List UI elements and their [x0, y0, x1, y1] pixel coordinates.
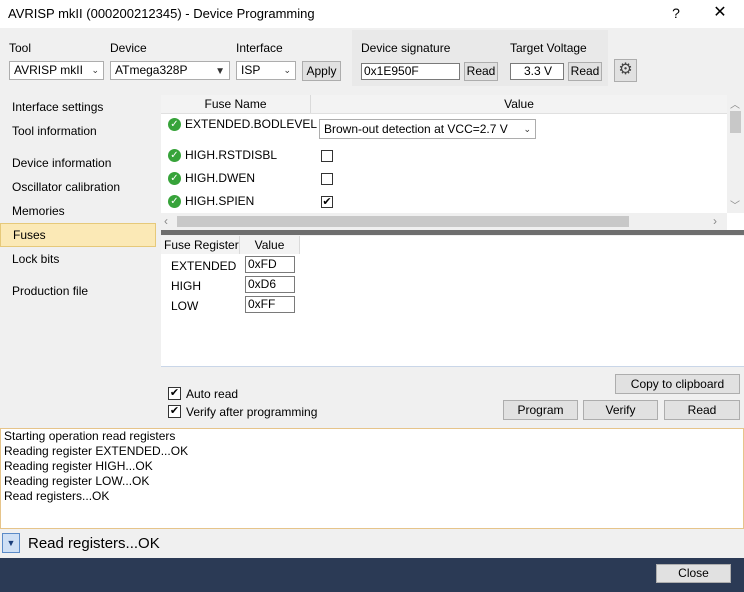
horizontal-scrollbar[interactable]: ‹ ›: [161, 213, 727, 230]
rstdisbl-checkbox[interactable]: [321, 150, 333, 162]
fuse-grid: Fuse Name Value ✓ EXTENDED.BODLEVEL Brow…: [161, 95, 744, 230]
sidebar-item-production-file[interactable]: Production file: [0, 280, 156, 302]
tool-select[interactable]: AVRISP mkII ⌄: [9, 61, 104, 80]
spien-checkbox[interactable]: ✔: [321, 196, 333, 208]
sidebar-item-memories[interactable]: Memories: [0, 200, 156, 222]
fuse-name: HIGH.RSTDISBL: [185, 148, 278, 162]
title-bar: AVRISP mkII (000200212345) - Device Prog…: [0, 0, 744, 28]
fuse-name-column: Fuse Name: [161, 95, 311, 113]
dwen-checkbox[interactable]: [321, 173, 333, 185]
window-title: AVRISP mkII (000200212345) - Device Prog…: [8, 6, 315, 21]
chevron-down-icon: ⌄: [283, 65, 291, 75]
signature-field: 0x1E950F: [361, 63, 460, 80]
scroll-thumb[interactable]: [730, 111, 741, 133]
auto-read-label: Auto read: [186, 387, 239, 401]
voltage-read-button[interactable]: Read: [568, 62, 602, 81]
voltage-label: Target Voltage: [510, 41, 587, 55]
footer-bar: Close: [0, 558, 744, 592]
interface-select[interactable]: ISP ⌄: [236, 61, 296, 80]
log-output: Starting operation read registers Readin…: [0, 428, 744, 529]
status-bar: ▼ Read registers...OK: [0, 530, 744, 558]
device-select[interactable]: ATmega328P ▼: [110, 61, 230, 80]
sidebar-item-lock-bits[interactable]: Lock bits: [0, 248, 156, 270]
help-button[interactable]: ?: [664, 2, 688, 24]
sidebar-item-oscillator-calibration[interactable]: Oscillator calibration: [0, 176, 156, 198]
log-line: Starting operation read registers: [4, 429, 176, 443]
log-line: Read registers...OK: [4, 489, 110, 503]
gear-icon[interactable]: ⚙: [614, 59, 637, 82]
bodlevel-value: Brown-out detection at VCC=2.7 V: [324, 122, 508, 136]
divider: [161, 366, 744, 367]
ok-check-icon: ✓: [168, 195, 181, 208]
scroll-thumb[interactable]: [177, 216, 629, 227]
close-button[interactable]: Close: [656, 564, 731, 583]
ok-check-icon: ✓: [168, 149, 181, 162]
extended-value-input[interactable]: 0xFD: [245, 256, 295, 273]
splitter[interactable]: [161, 230, 744, 235]
log-line: Reading register LOW...OK: [4, 474, 150, 488]
high-value-input[interactable]: 0xD6: [245, 276, 295, 293]
tool-value: AVRISP mkII: [14, 63, 83, 77]
status-text: Read registers...OK: [28, 535, 160, 552]
sidebar-item-tool-information[interactable]: Tool information: [0, 120, 156, 142]
interface-label: Interface: [236, 41, 283, 55]
log-line: Reading register EXTENDED...OK: [4, 444, 189, 458]
sidebar-item-interface-settings[interactable]: Interface settings: [0, 96, 156, 118]
chevron-down-icon: ⌄: [523, 124, 531, 134]
interface-value: ISP: [241, 63, 261, 77]
fuse-value-column: Value: [504, 97, 534, 111]
register-value-column: Value: [239, 236, 300, 254]
auto-read-checkbox[interactable]: ✔: [168, 387, 181, 400]
registers-header: Fuse Register Value: [161, 236, 300, 254]
fuse-name: HIGH.SPIEN: [185, 194, 255, 208]
register-column: Fuse Register: [164, 238, 239, 252]
tool-label: Tool: [9, 41, 32, 55]
ok-check-icon: ✓: [168, 172, 181, 185]
device-value: ATmega328P: [115, 63, 188, 77]
fuse-grid-header: Fuse Name Value: [161, 95, 727, 114]
register-name: LOW: [171, 299, 199, 313]
verify-label: Verify after programming: [186, 405, 318, 419]
signature-label: Device signature: [361, 41, 451, 55]
chevron-right-icon[interactable]: ›: [713, 214, 717, 228]
register-name: HIGH: [171, 279, 201, 293]
read-button[interactable]: Read: [664, 400, 740, 420]
sidebar-item-device-information[interactable]: Device information: [0, 152, 156, 174]
vertical-scrollbar[interactable]: ︿ ﹀: [727, 95, 744, 213]
apply-button[interactable]: Apply: [302, 61, 341, 81]
register-name: EXTENDED: [171, 259, 237, 273]
chevron-left-icon[interactable]: ‹: [164, 214, 168, 228]
verify-button[interactable]: Verify: [583, 400, 658, 420]
fuse-name: HIGH.DWEN: [185, 171, 255, 185]
chevron-down-icon[interactable]: ﹀: [730, 197, 740, 212]
expand-log-button[interactable]: ▼: [2, 533, 20, 553]
close-icon[interactable]: ✕: [706, 2, 734, 24]
voltage-field: 3.3 V: [510, 63, 564, 80]
ok-check-icon: ✓: [168, 118, 181, 131]
caret-down-icon: ▼: [215, 66, 225, 77]
chevron-down-icon: ⌄: [91, 65, 99, 75]
chevron-up-icon[interactable]: ︿: [730, 96, 740, 111]
copy-to-clipboard-button[interactable]: Copy to clipboard: [615, 374, 740, 394]
device-label: Device: [110, 41, 147, 55]
program-button[interactable]: Program: [503, 400, 578, 420]
bodlevel-select[interactable]: Brown-out detection at VCC=2.7 V ⌄: [319, 119, 536, 139]
log-line: Reading register HIGH...OK: [4, 459, 153, 473]
low-value-input[interactable]: 0xFF: [245, 296, 295, 313]
registers-panel: Fuse Register Value EXTENDED 0xFD HIGH 0…: [161, 236, 744, 366]
fuse-name: EXTENDED.BODLEVEL: [185, 117, 318, 131]
sidebar-item-fuses[interactable]: Fuses: [0, 223, 156, 247]
verify-checkbox[interactable]: ✔: [168, 405, 181, 418]
signature-read-button[interactable]: Read: [464, 62, 498, 81]
